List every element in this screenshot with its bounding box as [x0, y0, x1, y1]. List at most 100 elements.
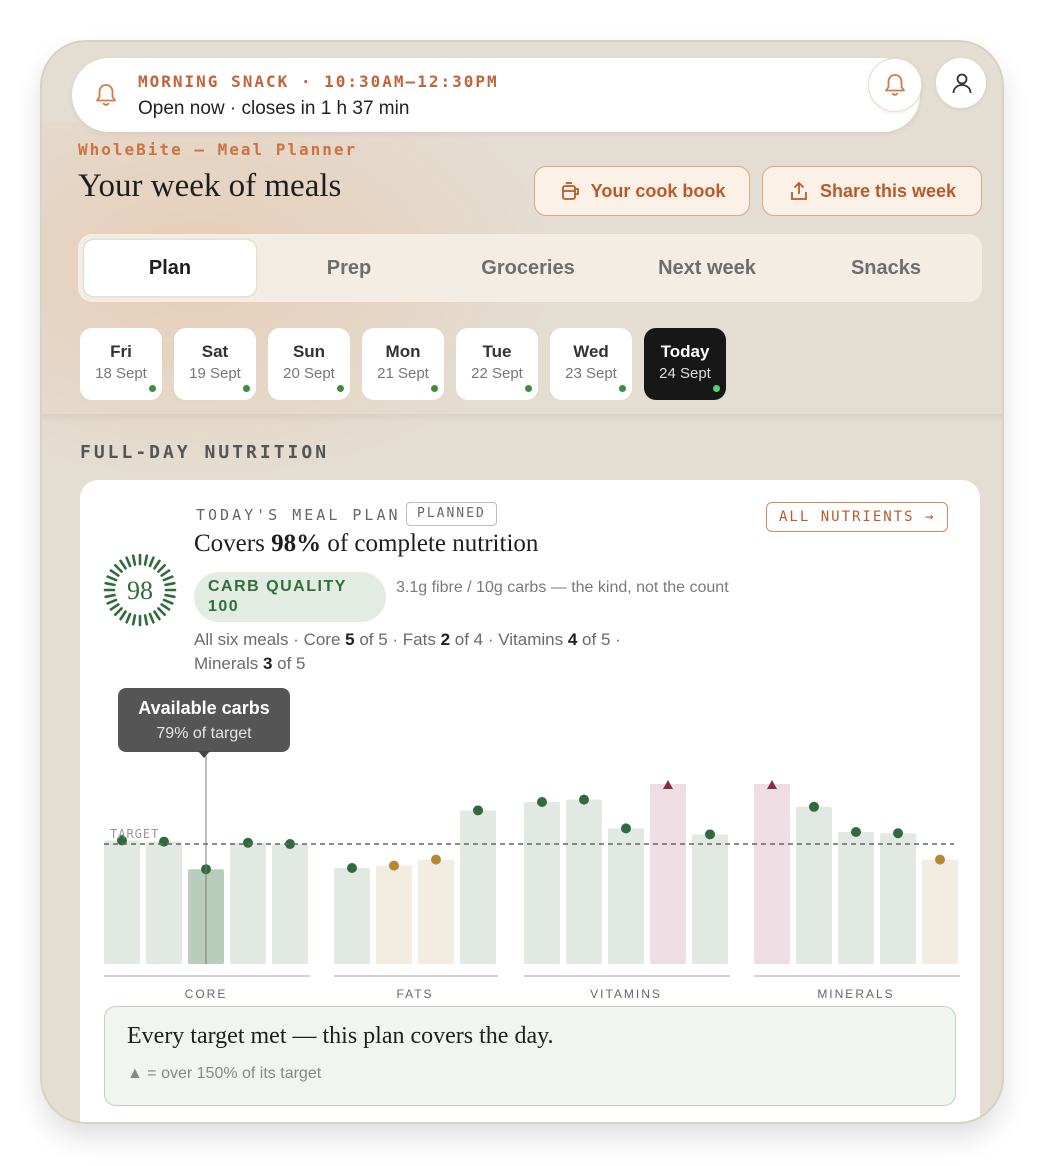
ring-tick — [162, 575, 174, 582]
nutrient-bar[interactable] — [692, 834, 728, 964]
ring-tick — [113, 607, 123, 617]
day-date: 21 Sept — [377, 365, 429, 382]
summary-text: All six meals · Core — [194, 630, 346, 649]
day-tue[interactable]: Tue 22 Sept — [456, 328, 538, 400]
core-count: 5 — [345, 630, 355, 649]
pot-icon — [561, 182, 579, 200]
nutrient-bar[interactable] — [796, 806, 832, 964]
value-dot — [809, 801, 819, 812]
day-name: Fri — [110, 342, 132, 361]
notifications-button[interactable] — [868, 58, 922, 112]
day-sun[interactable]: Sun 20 Sept — [268, 328, 350, 400]
ring-tick — [109, 603, 120, 611]
covers-prefix: Covers — [194, 530, 272, 557]
ring-tick — [148, 612, 155, 624]
value-dot — [851, 827, 861, 837]
nutrient-bar[interactable] — [880, 833, 916, 964]
group-label: MINERALS — [817, 987, 894, 1000]
day-sat[interactable]: Sat 19 Sept — [174, 328, 256, 400]
group-label: CORE — [185, 987, 228, 1000]
score-value: 98 — [127, 576, 153, 605]
profile-button[interactable] — [936, 58, 986, 108]
section-label: FULL-DAY NUTRITION — [80, 442, 330, 463]
tab-snacks[interactable]: Snacks — [800, 240, 972, 296]
header-divider — [42, 414, 1002, 422]
ring-tick — [131, 554, 137, 566]
ring-tick — [104, 593, 116, 599]
day-fri[interactable]: Fri 18 Sept — [80, 328, 162, 400]
ring-tick — [125, 556, 132, 568]
tab-next-week[interactable]: Next week — [621, 240, 793, 296]
bell-icon — [885, 74, 905, 96]
share-week-label: Share this week — [819, 180, 957, 201]
nutrient-bar[interactable] — [146, 841, 182, 964]
group-label: VITAMINS — [590, 987, 662, 1000]
nutrient-bar[interactable] — [376, 865, 412, 964]
day-date: 20 Sept — [283, 365, 335, 382]
nutrient-bar[interactable] — [104, 840, 140, 964]
ring-tick — [164, 593, 176, 599]
day-mon[interactable]: Mon 21 Sept — [362, 328, 444, 400]
ring-tick — [157, 563, 167, 573]
day-date: 24 Sept — [659, 365, 711, 382]
ring-tick — [164, 581, 176, 587]
tooltip-title: Available carbs — [138, 698, 270, 718]
day-name: Wed — [573, 342, 609, 361]
nutrient-bar[interactable] — [460, 810, 496, 964]
carb-quality-value: 100 — [208, 598, 240, 615]
snack-notification[interactable]: MORNING SNACK · 10:30AM–12:30PM Open now… — [72, 58, 920, 132]
day-name: Sun — [292, 342, 326, 361]
day-wed[interactable]: Wed 23 Sept — [550, 328, 632, 400]
share-icon — [791, 182, 807, 200]
ring-tick — [125, 612, 132, 624]
all-nutrients-button[interactable]: ALL NUTRIENTS → — [766, 502, 949, 532]
ring-tick — [157, 607, 167, 617]
planned-badge: PLANNED — [406, 502, 497, 526]
day-today[interactable]: Today 24 Sept — [644, 328, 726, 400]
nutrient-bar[interactable] — [838, 832, 874, 964]
nutrient-bar[interactable] — [524, 802, 560, 964]
summary-text: of 4 · Vitamins — [450, 630, 568, 649]
nutrient-bar[interactable] — [922, 859, 958, 964]
ring-tick — [148, 556, 155, 568]
value-dot — [621, 823, 631, 834]
brand-label: WholeBite — Meal Planner — [78, 140, 358, 159]
summary-text: of 5 · — [577, 630, 621, 649]
ring-tick — [153, 559, 161, 570]
tab-groceries[interactable]: Groceries — [442, 240, 614, 296]
value-dot — [579, 794, 589, 805]
summary-text: of 5 · Fats — [354, 630, 441, 649]
nutrient-bar[interactable] — [418, 859, 454, 964]
value-dot — [935, 854, 945, 865]
nutrient-chart: CORE FATS VITAMINS MINERALS TARGET — [104, 752, 960, 1000]
planned-dot — [243, 385, 250, 392]
tab-bar: Plan Prep Groceries Next week Snacks — [78, 234, 982, 302]
value-dot — [347, 863, 357, 873]
planned-dot — [431, 385, 438, 392]
nutrient-bar[interactable] — [754, 784, 790, 964]
verdict-text: Every target met — this plan covers the … — [127, 1023, 554, 1049]
ring-tick — [131, 614, 137, 626]
ring-tick — [160, 603, 171, 611]
nutrient-bar[interactable] — [334, 868, 370, 964]
nutrient-bar[interactable] — [650, 784, 686, 964]
vitamins-count: 4 — [567, 630, 578, 649]
nutrient-bar[interactable] — [272, 844, 308, 964]
card-kicker: TODAY'S MEAL PLAN — [196, 506, 401, 524]
ring-tick — [162, 598, 174, 605]
carb-quality-badge: CARB QUALITY 100 — [194, 572, 386, 622]
covers-suffix: of complete nutrition — [321, 530, 539, 557]
carb-quality-label: CARB QUALITY — [208, 578, 347, 595]
nutrient-bar[interactable] — [608, 828, 644, 964]
legend-note: ▲ = over 150% of its target — [127, 1065, 322, 1082]
nutrient-bar[interactable] — [566, 799, 602, 964]
ring-tick — [106, 598, 118, 605]
tab-plan[interactable]: Plan — [84, 240, 256, 296]
planned-dot — [619, 385, 626, 392]
tab-prep[interactable]: Prep — [263, 240, 435, 296]
value-dot — [705, 829, 715, 840]
share-week-button[interactable]: Share this week — [762, 166, 982, 216]
nutrient-bar[interactable] — [230, 842, 266, 964]
cookbook-button[interactable]: Your cook book — [534, 166, 750, 216]
ring-tick — [143, 614, 149, 626]
